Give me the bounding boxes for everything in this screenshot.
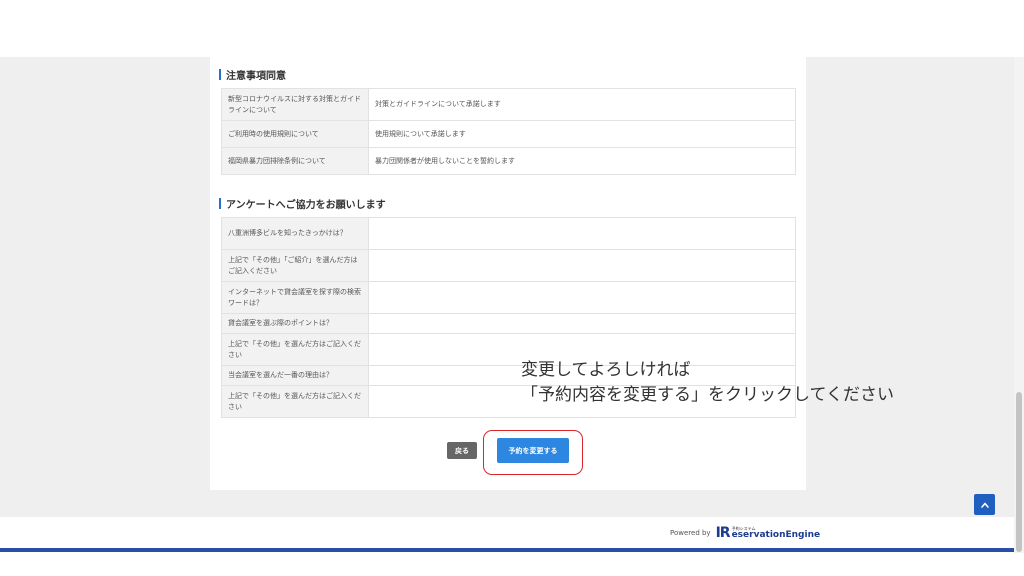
table-row: インターネットで貸会議室を探す際の検索ワードは？	[221, 281, 796, 314]
section-title-text: アンケートへご協力をお願いします	[226, 200, 386, 211]
row-label: 福岡県暴力団排除条例について	[221, 147, 369, 175]
section-title-survey: アンケートへご協力をお願いします	[219, 196, 386, 211]
powered-by-text: Powered by	[670, 529, 711, 537]
section-title-consent: 注意事項同意	[219, 67, 286, 82]
row-label: 当会議室を選んだ一番の理由は？	[221, 365, 369, 386]
row-value: 暴力団関係者が使用しないことを誓約します	[368, 147, 796, 175]
consent-table: 新型コロナウイルスに対する対策とガイドラインについて 対策とガイドラインについて…	[221, 88, 796, 175]
instruction-annotation: 変更してよろしければ 「予約内容を変更する」をクリックしてください	[521, 358, 894, 408]
row-value[interactable]	[368, 217, 796, 250]
row-value: 対策とガイドラインについて承諾します	[368, 88, 796, 121]
annotation-line-2: 「予約内容を変更する」をクリックしてください	[521, 385, 894, 405]
row-label: 上記で「その他」「ご紹介」を選んだ方はご記入ください	[221, 249, 369, 282]
highlight-ring	[483, 430, 583, 475]
scroll-top-button[interactable]	[974, 494, 995, 515]
powered-by: Powered by IR 予約システム eservationEngine	[670, 525, 820, 541]
logo-text: 予約システム eservationEngine	[731, 526, 821, 540]
table-row: 福岡県暴力団排除条例について 暴力団関係者が使用しないことを誓約します	[221, 147, 796, 175]
table-row: 貸会議室を選ぶ際のポイントは？	[221, 313, 796, 334]
section-marker	[219, 69, 221, 80]
footer-line	[0, 548, 1014, 552]
row-value[interactable]	[368, 249, 796, 282]
footer	[0, 517, 1014, 548]
row-value[interactable]	[368, 281, 796, 314]
row-label: 上記で「その他」を選んだ方はご記入ください	[221, 333, 369, 366]
scrollbar-thumb[interactable]	[1016, 392, 1022, 552]
reservation-engine-logo[interactable]: IR 予約システム eservationEngine	[716, 525, 821, 541]
table-row: 新型コロナウイルスに対する対策とガイドラインについて 対策とガイドラインについて…	[221, 88, 796, 121]
logo-mark: IR	[715, 525, 731, 541]
row-label: ご利用時の使用規則について	[221, 120, 369, 148]
row-value: 使用規則について承諾します	[368, 120, 796, 148]
section-title-text: 注意事項同意	[226, 71, 286, 82]
row-label: 新型コロナウイルスに対する対策とガイドラインについて	[221, 88, 369, 121]
row-label: 上記で「その他」を選んだ方はご記入ください	[221, 385, 369, 418]
table-row: 上記で「その他」「ご紹介」を選んだ方はご記入ください	[221, 249, 796, 282]
section-marker	[219, 198, 221, 209]
back-button[interactable]: 戻る	[447, 442, 477, 459]
row-value[interactable]	[368, 313, 796, 334]
row-label: 八重洲博多ビルを知ったきっかけは？	[221, 217, 369, 250]
chevron-up-icon	[980, 502, 989, 508]
row-label: 貸会議室を選ぶ際のポイントは？	[221, 313, 369, 334]
table-row: ご利用時の使用規則について 使用規則について承諾します	[221, 120, 796, 148]
row-label: インターネットで貸会議室を探す際の検索ワードは？	[221, 281, 369, 314]
annotation-line-1: 変更してよろしければ	[521, 360, 691, 380]
table-row: 八重洲博多ビルを知ったきっかけは？	[221, 217, 796, 250]
logo-main-text: eservationEngine	[731, 529, 821, 540]
